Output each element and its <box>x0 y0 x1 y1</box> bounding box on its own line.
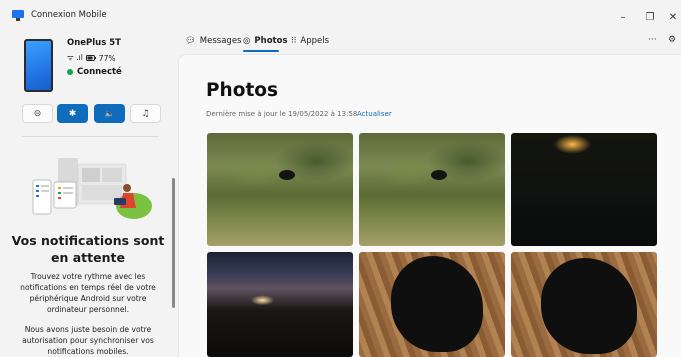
photo-thumbnail[interactable] <box>207 252 353 357</box>
photo-subject <box>431 170 447 180</box>
notifications-text-line: Trouvez votre rythme avec les <box>30 272 146 281</box>
do-not-disturb-icon: ⊝ <box>33 108 42 119</box>
connection-status: Connecté <box>67 67 122 77</box>
notifications-illustration <box>30 152 158 222</box>
photo-thumbnail[interactable] <box>511 252 657 357</box>
panel-divider <box>22 136 159 137</box>
notifications-text-line: autorisation pour synchroniser vos <box>22 336 154 345</box>
more-options-button[interactable]: ··· <box>648 35 657 45</box>
notifications-text-line: notifications en temps réel de votre <box>20 283 156 292</box>
photo-icon: ◎ <box>243 36 251 46</box>
bluetooth-icon: ✱ <box>68 108 77 119</box>
last-update-text: Dernière mise à jour le 19/05/2022 à 13:… <box>206 110 358 118</box>
music-icon: ♫ <box>141 108 150 119</box>
notifications-text-line: périphérique Android sur votre <box>29 294 147 303</box>
phone-image <box>24 39 53 92</box>
do-not-disturb-button[interactable]: ⊝ <box>22 104 53 123</box>
photo-thumbnail[interactable] <box>359 133 505 246</box>
photo-thumbnail[interactable] <box>511 133 657 246</box>
tab-calls-label: Appels <box>300 36 330 46</box>
battery-icon <box>85 55 96 61</box>
tab-photos[interactable]: ◎ Photos <box>243 36 288 46</box>
tab-messages[interactable]: 💬︎ Messages <box>185 36 241 46</box>
notifications-title-line2: en attente <box>51 250 125 265</box>
photo-subject <box>541 258 637 354</box>
photo-subject <box>391 256 483 352</box>
connection-status-label: Connecté <box>77 67 122 77</box>
title-bar: Connexion Mobile – ❐ ✕ <box>0 0 681 32</box>
notifications-text-line: notifications mobiles. <box>47 347 129 356</box>
dialpad-icon: ⁝⁝ <box>291 36 297 46</box>
music-button[interactable]: ♫ <box>130 104 161 123</box>
refresh-link[interactable]: Actualiser <box>357 110 392 118</box>
connected-dot-icon <box>67 69 73 75</box>
tab-messages-label: Messages <box>199 36 242 46</box>
tab-photos-label: Photos <box>254 36 288 46</box>
notifications-text-line: ordinateur personnel. <box>46 305 130 314</box>
volume-icon: 🔈 <box>104 109 115 118</box>
active-tab-indicator <box>243 50 279 52</box>
maximize-button[interactable]: ❐ <box>639 7 661 27</box>
close-button[interactable]: ✕ <box>662 7 681 27</box>
photo-thumbnail[interactable] <box>207 133 353 246</box>
photo-thumbnail[interactable] <box>359 252 505 357</box>
app-title: Connexion Mobile <box>31 10 107 20</box>
battery-level: 77% <box>98 53 116 63</box>
message-icon: 💬︎ <box>185 36 196 46</box>
settings-icon[interactable]: ⚙ <box>668 35 676 45</box>
minimize-button[interactable]: – <box>612 7 634 27</box>
notifications-text-line: Nous avons juste besoin de votre <box>24 325 152 334</box>
page-title: Photos <box>206 80 279 101</box>
tab-calls[interactable]: ⁝⁝ Appels <box>291 36 329 46</box>
volume-button[interactable]: 🔈 <box>94 104 125 123</box>
signal-icon: ᯤ .ıl <box>67 53 83 62</box>
bluetooth-button[interactable]: ✱ <box>57 104 88 123</box>
app-logo-icon <box>12 10 24 21</box>
notifications-title-line1: Vos notifications sont <box>11 233 165 248</box>
device-status: ᯤ .ıl 77% <box>67 53 115 63</box>
photo-subject <box>279 170 295 180</box>
device-name: OnePlus 5T <box>67 38 121 48</box>
